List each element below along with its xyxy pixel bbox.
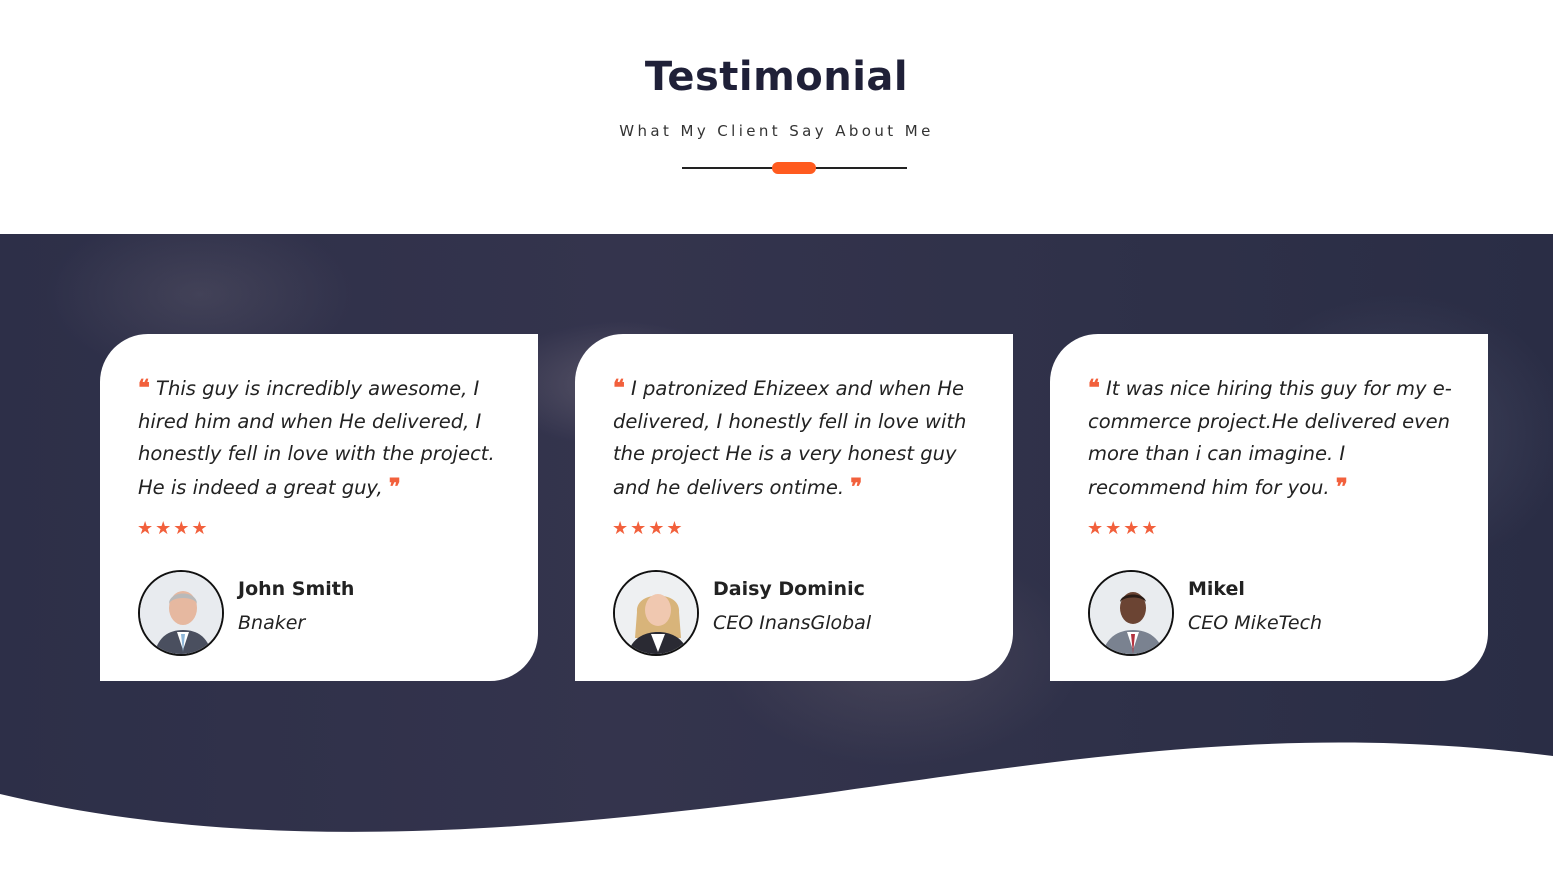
quote-text: It was nice hiring this guy for my e-com… — [1088, 377, 1452, 499]
quote-close-icon: ❞ — [1335, 473, 1348, 500]
testimonial-card: ❝ I patronized Ehizeex and when He deliv… — [575, 334, 1013, 681]
section-subtitle: What My Client Say About Me — [619, 122, 934, 140]
avatar-man-grey-hair-icon — [140, 572, 222, 654]
star-rating: ★★★★ — [137, 518, 210, 539]
quote-open-icon: ❝ — [613, 375, 625, 401]
quote-text: I patronized Ehizeex and when He deliver… — [613, 377, 967, 499]
client-role: Bnaker — [238, 612, 306, 634]
star-rating: ★★★★ — [612, 518, 685, 539]
avatar — [613, 570, 699, 656]
quote-open-icon: ❝ — [138, 375, 150, 401]
section-title: Testimonial — [644, 54, 909, 100]
title-divider-accent — [772, 162, 816, 174]
client-role: CEO InansGlobal — [713, 612, 872, 634]
avatar — [1088, 570, 1174, 656]
client-name: Mikel — [1188, 578, 1245, 600]
avatar-woman-blonde-icon — [615, 572, 697, 654]
quote-close-icon: ❞ — [850, 473, 863, 500]
section-header: Testimonial What My Client Say About Me — [0, 0, 1553, 234]
client-name: John Smith — [238, 578, 355, 600]
avatar — [138, 570, 224, 656]
quote-text: This guy is incredibly awesome, I hired … — [138, 377, 495, 499]
quote-close-icon: ❞ — [388, 473, 401, 500]
testimonial-quote: ❝ I patronized Ehizeex and when He deliv… — [613, 372, 983, 504]
testimonial-quote: ❝ This guy is incredibly awesome, I hire… — [138, 372, 508, 504]
avatar-man-suit-icon — [1090, 572, 1172, 654]
testimonial-card: ❝ This guy is incredibly awesome, I hire… — [100, 334, 538, 681]
testimonial-quote: ❝ It was nice hiring this guy for my e-c… — [1088, 372, 1458, 504]
testimonial-card: ❝ It was nice hiring this guy for my e-c… — [1050, 334, 1488, 681]
client-role: CEO MikeTech — [1188, 612, 1323, 634]
quote-open-icon: ❝ — [1088, 375, 1100, 401]
star-rating: ★★★★ — [1087, 518, 1160, 539]
client-name: Daisy Dominic — [713, 578, 865, 600]
